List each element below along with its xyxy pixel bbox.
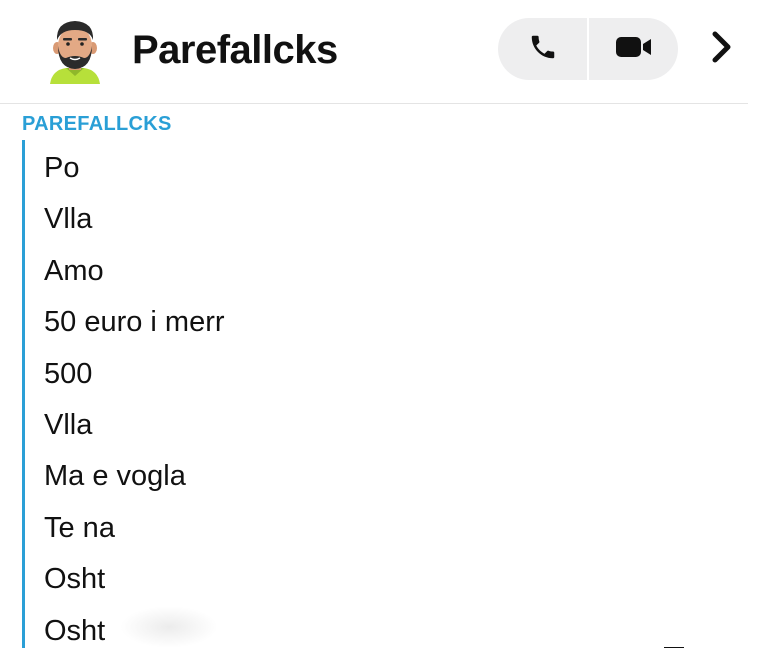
message-item[interactable]: Ma e vogla bbox=[44, 451, 225, 502]
blur-smudge bbox=[120, 606, 218, 648]
chat-header: Parefallcks bbox=[0, 0, 783, 104]
message-item[interactable]: Po bbox=[44, 143, 225, 194]
message-item[interactable]: Osht bbox=[44, 554, 225, 605]
message-item[interactable]: Te na bbox=[44, 503, 225, 554]
chevron-right-icon bbox=[710, 29, 734, 70]
phone-icon bbox=[528, 32, 558, 67]
message-item[interactable]: Amo bbox=[44, 246, 225, 297]
more-options-button[interactable] bbox=[702, 28, 742, 70]
message-item[interactable]: Vlla bbox=[44, 400, 225, 451]
message-item[interactable]: Vlla bbox=[44, 194, 225, 245]
bitmoji-avatar-icon[interactable] bbox=[44, 14, 106, 84]
message-list: Po Vlla Amo 50 euro i merr 500 Vlla Ma e… bbox=[44, 143, 225, 657]
header-divider bbox=[0, 103, 748, 104]
message-item[interactable]: 500 bbox=[44, 349, 225, 400]
audio-call-button[interactable] bbox=[498, 18, 587, 80]
thread-accent-bar bbox=[22, 140, 25, 648]
contact-name[interactable]: Parefallcks bbox=[132, 26, 338, 74]
call-button-group bbox=[498, 18, 678, 80]
video-camera-icon bbox=[614, 34, 654, 65]
video-call-button[interactable] bbox=[589, 18, 678, 80]
sender-label: PAREFALLCKS bbox=[22, 113, 172, 135]
message-item[interactable]: 50 euro i merr bbox=[44, 297, 225, 348]
